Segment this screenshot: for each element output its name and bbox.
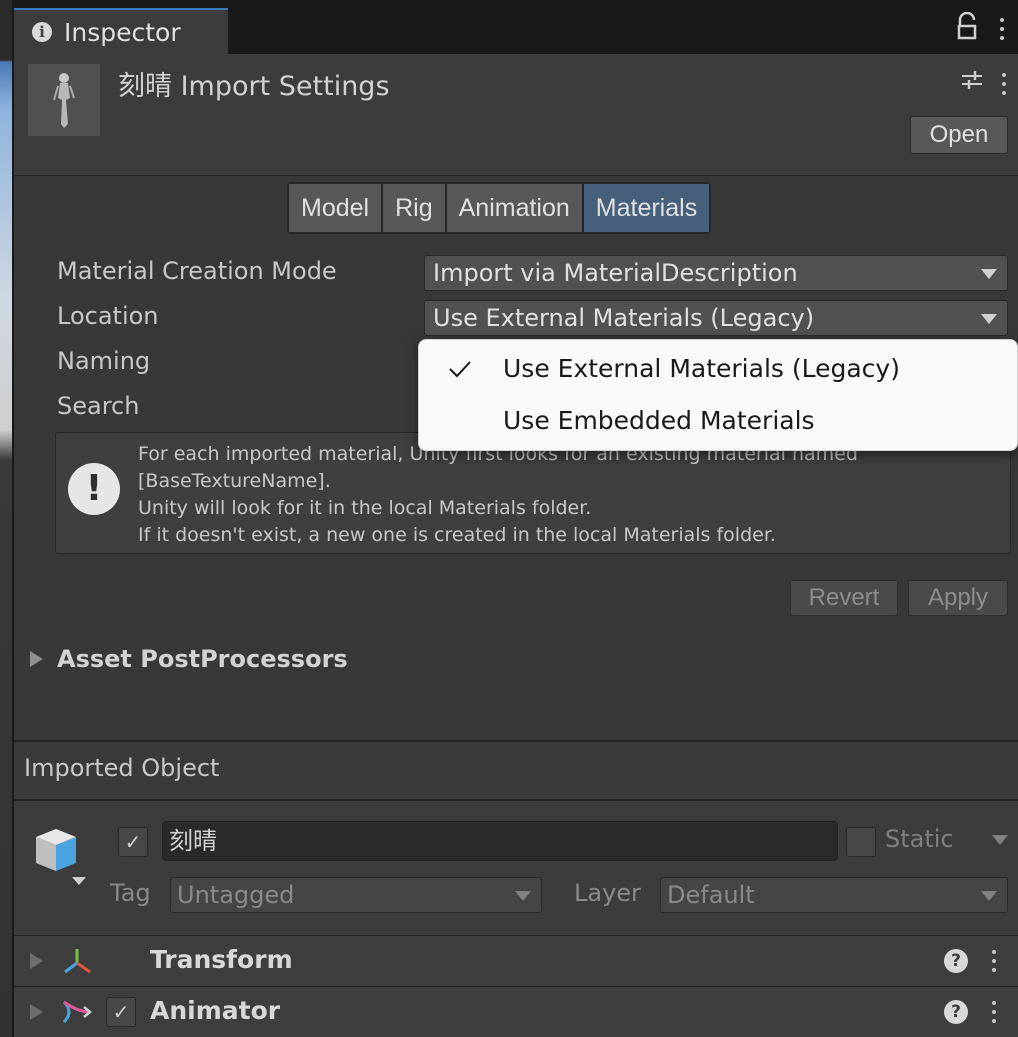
naming-label: Naming [57,347,151,375]
tab-model[interactable]: Model [289,184,382,232]
open-button[interactable]: Open [910,116,1008,154]
location-label: Location [57,302,159,330]
layer-value: Default [667,881,755,909]
info-icon: i [32,22,52,42]
help-icon[interactable]: ? [944,1000,968,1024]
tab-inspector-label: Inspector [64,17,181,47]
import-mode-tabs: Model Rig Animation Materials [287,182,712,234]
layer-dropdown[interactable]: Default [660,877,1008,913]
asset-postprocessors-foldout[interactable]: Asset PostProcessors [30,645,348,673]
active-checkbox[interactable]: ✓ [118,827,148,857]
chevron-right-icon [30,1004,43,1020]
menu-item-embedded-materials[interactable]: Use Embedded Materials [503,406,815,435]
inspector-panel: i Inspector 刻晴 Import Settings Open Mode… [14,0,1018,1037]
chevron-right-icon [30,651,43,667]
check-icon [449,361,471,378]
preset-icon[interactable] [960,68,984,96]
help-icon[interactable]: ? [944,949,968,973]
page-title: 刻晴 Import Settings [118,71,390,102]
material-creation-mode-dropdown[interactable]: Import via MaterialDescription [424,255,1008,291]
asset-postprocessors-label: Asset PostProcessors [57,645,348,673]
imported-object-title: Imported Object [24,754,220,782]
chevron-down-icon [515,891,531,901]
location-dropdown[interactable]: Use External Materials (Legacy) [424,300,1008,336]
lock-icon[interactable] [956,11,978,42]
chevron-down-icon [981,891,997,901]
chevron-right-icon [30,953,43,969]
tab-materials[interactable]: Materials [583,184,710,232]
imported-object-header: Imported Object [14,742,1018,799]
transform-label: Transform [150,945,293,974]
material-creation-mode-value: Import via MaterialDescription [433,259,798,287]
tag-value: Untagged [177,881,295,909]
tab-rig[interactable]: Rig [383,184,445,232]
gameobject-cube-icon[interactable] [32,825,86,885]
menu-item-external-materials[interactable]: Use External Materials (Legacy) [503,354,900,383]
component-menu-icon[interactable] [992,946,996,972]
animator-enabled-checkbox[interactable]: ✓ [106,997,136,1027]
tag-label: Tag [110,879,151,907]
tab-bar: i Inspector [14,0,1018,54]
static-label: Static [885,825,954,853]
object-name-field[interactable]: 刻晴 [162,821,838,861]
static-dropdown[interactable] [992,835,1008,845]
chevron-down-icon [981,269,997,279]
location-dropdown-menu: Use External Materials (Legacy) Use Embe… [418,339,1018,451]
component-menu-icon[interactable] [992,997,996,1023]
animator-label: Animator [150,996,281,1025]
warning-icon: ! [68,463,120,515]
material-creation-mode-label: Material Creation Mode [57,257,337,285]
import-header: 刻晴 Import Settings Open [14,54,1018,176]
layer-label: Layer [574,879,641,907]
search-label: Search [57,392,140,420]
imported-object-panel: ✓ 刻晴 Static Tag Untagged Layer Default [14,801,1018,935]
component-animator[interactable]: ✓ Animator ? [14,986,1018,1037]
location-value: Use External Materials (Legacy) [433,304,815,332]
tab-animation[interactable]: Animation [446,184,582,232]
revert-button[interactable]: Revert [790,580,898,616]
chevron-down-icon [981,314,997,324]
static-checkbox[interactable] [846,827,876,857]
tag-dropdown[interactable]: Untagged [170,877,542,913]
help-text: For each imported material, Unity first … [138,443,858,546]
animator-icon [60,997,94,1031]
tab-menu-icon[interactable] [1000,14,1004,40]
model-thumbnail [28,64,100,136]
transform-icon [60,946,94,980]
header-menu-icon[interactable] [1002,69,1006,95]
component-transform[interactable]: Transform ? [14,935,1018,985]
apply-button[interactable]: Apply [908,580,1008,616]
tab-inspector[interactable]: i Inspector [14,8,228,54]
